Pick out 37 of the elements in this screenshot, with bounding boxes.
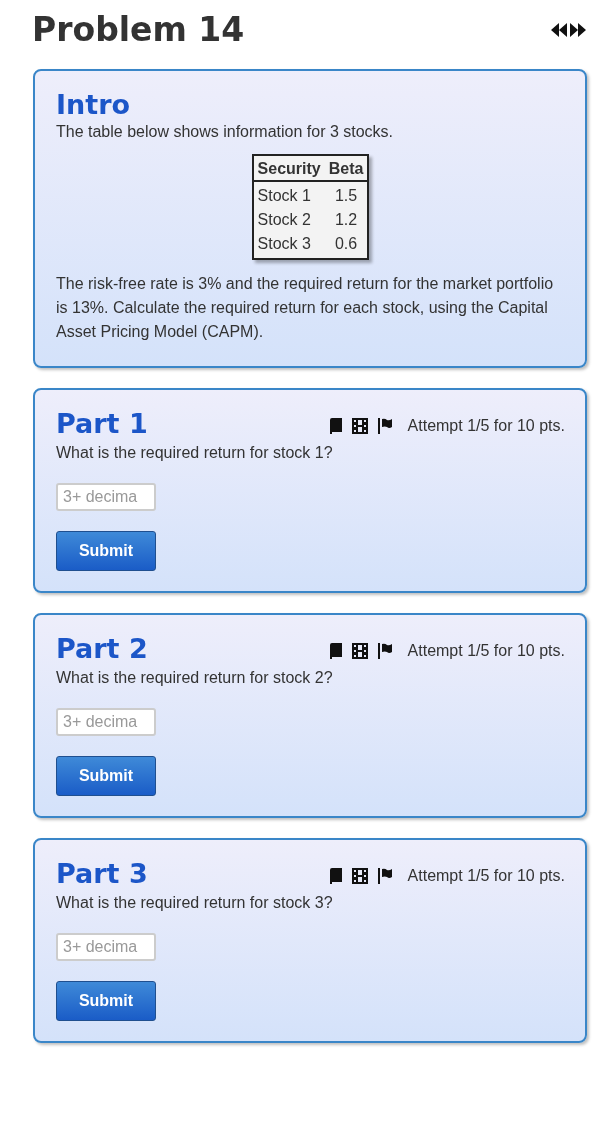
- part-heading: Part 1: [56, 408, 148, 439]
- answer-field[interactable]: 3+ decima: [56, 708, 156, 736]
- attempt-info: Attempt 1/5 for 10 pts.: [407, 416, 565, 435]
- attempt-info: Attempt 1/5 for 10 pts.: [407, 641, 565, 660]
- part-heading: Part 2: [56, 633, 148, 664]
- navigation-arrows-icon[interactable]: [551, 21, 587, 38]
- question-text: What is the required return for stock 1?: [56, 443, 334, 463]
- book-icon[interactable]: [328, 642, 343, 659]
- column-header: Security: [252, 155, 325, 181]
- question-text: What is the required return for stock 3?: [56, 893, 334, 913]
- column-header: Beta: [324, 155, 369, 181]
- table-cell: Stock 2: [252, 208, 325, 232]
- attempt-info: Attempt 1/5 for 10 pts.: [407, 866, 565, 885]
- submit-button[interactable]: Submit: [56, 756, 156, 796]
- table-cell: 0.6: [324, 232, 369, 259]
- part-heading: Part 3: [56, 858, 148, 889]
- book-icon[interactable]: [328, 417, 343, 434]
- flag-icon[interactable]: [376, 642, 393, 659]
- film-icon[interactable]: [351, 867, 368, 884]
- submit-button[interactable]: Submit: [56, 531, 156, 571]
- submit-button[interactable]: Submit: [56, 981, 156, 1021]
- question-text: What is the required return for stock 2?: [56, 668, 334, 688]
- intro-text: The table below shows information for 3 stocks.: [56, 122, 395, 142]
- film-icon[interactable]: [351, 417, 368, 434]
- table-cell: 1.5: [324, 181, 369, 208]
- table-cell: 1.2: [324, 208, 369, 232]
- section-heading: Intro: [56, 89, 132, 120]
- table-cell: Stock 1: [252, 181, 325, 208]
- answer-field[interactable]: 3+ decima: [56, 483, 156, 511]
- problem-title: Problem 14: [32, 10, 245, 49]
- book-icon[interactable]: [328, 867, 343, 884]
- table-cell: Stock 3: [252, 232, 325, 259]
- intro-text: The risk-free rate is 3% and the required return for the market portfolio is 13%. Calculate the required return for each stock, using the Capital Asset Pricing Model (CAPM).: [56, 274, 555, 342]
- answer-field[interactable]: 3+ decima: [56, 933, 156, 961]
- flag-icon[interactable]: [376, 417, 393, 434]
- flag-icon[interactable]: [376, 867, 393, 884]
- film-icon[interactable]: [351, 642, 368, 659]
